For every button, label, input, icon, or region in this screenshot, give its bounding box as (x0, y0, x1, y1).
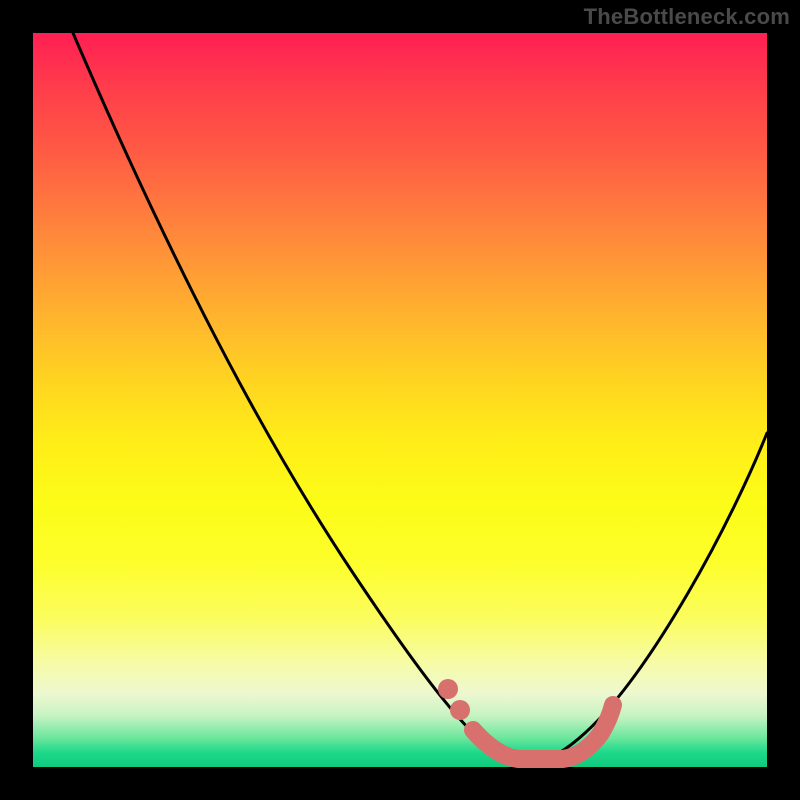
chart-svg (33, 33, 767, 767)
chart-frame: TheBottleneck.com (0, 0, 800, 800)
bottleneck-curve-right (525, 433, 767, 766)
highlight-optimal-range (473, 705, 613, 759)
chart-plot-area (33, 33, 767, 767)
highlight-dot-1 (438, 679, 458, 699)
bottleneck-curve-left (73, 33, 525, 766)
watermark-label: TheBottleneck.com (584, 4, 790, 30)
highlight-dot-2 (450, 700, 470, 720)
